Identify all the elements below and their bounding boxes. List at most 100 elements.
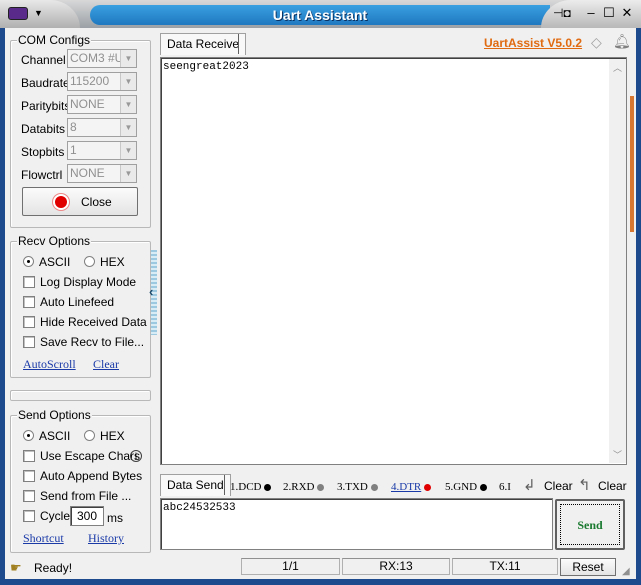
chevron-down-icon[interactable]: ▼ (120, 119, 136, 136)
log-display-mode-checkbox[interactable] (23, 276, 35, 288)
baudrate-label: Baudrate (21, 76, 70, 90)
paritybits-value: NONE (70, 97, 105, 111)
send-text: abc24532533 (163, 502, 236, 514)
pin-icon[interactable]: ⊣◘ (553, 6, 571, 20)
recv-hex-radio[interactable] (84, 256, 95, 267)
save-recv-to-file-checkbox[interactable] (23, 336, 35, 348)
pin-dcd: 1.DCD (230, 481, 272, 493)
clear-send-button[interactable]: Clear (598, 479, 627, 493)
receive-textarea[interactable]: seengreat2023 (160, 57, 627, 465)
send-hex-radio[interactable] (84, 430, 95, 441)
send-textarea[interactable]: abc24532533 (160, 498, 553, 550)
pin-dtr[interactable]: 4.DTR (391, 481, 432, 493)
databits-select[interactable]: 8 ▼ (67, 118, 137, 137)
app-window: ▼ Uart Assistant ⊣◘ ‒ ☐ ✕ COM Configs Ch… (0, 0, 641, 585)
pin-dcd-indicator (264, 483, 272, 491)
pin-dcd-label: 1.DCD (230, 481, 262, 493)
stopbits-value: 1 (70, 143, 77, 157)
channel-select[interactable]: COM3 #USB ▼ (67, 49, 137, 68)
use-escape-chars-checkbox[interactable] (23, 450, 35, 462)
hide-received-data-label: Hide Received Data (40, 315, 147, 329)
send-from-file-label: Send from File ... (40, 489, 132, 503)
auto-linefeed-label: Auto Linefeed (40, 295, 115, 309)
pin-rxd-label: 2.RXD (283, 481, 315, 493)
tab-data-receive[interactable]: Data Receive (160, 33, 247, 55)
shortcut-link[interactable]: Shortcut (23, 531, 64, 546)
com-configs-title: COM Configs (17, 33, 92, 47)
scroll-indicator (630, 96, 634, 232)
autoscroll-link[interactable]: AutoScroll (23, 357, 76, 372)
stopbits-select[interactable]: 1 ▼ (67, 141, 137, 160)
title-bar: ▼ Uart Assistant ⊣◘ ‒ ☐ ✕ (0, 0, 641, 28)
flowctrl-value: NONE (70, 166, 105, 180)
stopbits-label: Stopbits (21, 145, 65, 159)
status-message: Ready! (34, 561, 73, 575)
clear-send-arrow-icon[interactable]: ↰ (578, 476, 591, 494)
send-button[interactable]: Send (555, 499, 625, 550)
send-ascii-radio[interactable] (23, 430, 34, 441)
chevron-down-icon[interactable]: ▼ (120, 96, 136, 113)
history-link[interactable]: History (88, 531, 124, 546)
clear-recv-arrow-icon[interactable]: ↲ (523, 476, 536, 494)
info-icon[interactable]: i (130, 450, 142, 462)
databits-value: 8 (70, 120, 77, 134)
send-options-title: Send Options (17, 408, 92, 422)
pin-txd: 3.TXD (337, 481, 378, 493)
close-window-button[interactable]: ✕ (619, 5, 635, 21)
pointing-hand-icon: ☛ (10, 560, 22, 575)
baudrate-value: 115200 (70, 74, 110, 88)
hide-received-data-checkbox[interactable] (23, 316, 35, 328)
tab-data-send[interactable]: Data Send (160, 474, 231, 496)
send-label: Send (577, 518, 603, 532)
version-link[interactable]: UartAssist V5.0.2 (484, 36, 582, 50)
cycle-checkbox[interactable] (23, 510, 35, 522)
paritybits-select[interactable]: NONE ▼ (67, 95, 137, 114)
cycle-label: Cycle (40, 509, 71, 523)
pin-txd-indicator (370, 483, 378, 491)
scroll-up-icon[interactable]: ︿ (609, 61, 626, 74)
chevron-down-icon[interactable]: ▼ (120, 165, 136, 182)
collapsed-group[interactable] (10, 390, 151, 401)
minimize-button[interactable]: ‒ (583, 5, 599, 20)
pin-6: 6.I (499, 481, 511, 493)
send-hex-label: HEX (100, 429, 125, 443)
chevron-down-icon[interactable]: ▼ (120, 142, 136, 159)
send-from-file-checkbox[interactable] (23, 490, 35, 502)
flowctrl-select[interactable]: NONE ▼ (67, 164, 137, 183)
auto-linefeed-checkbox[interactable] (23, 296, 35, 308)
databits-label: Databits (21, 122, 66, 136)
maximize-button[interactable]: ☐ (601, 5, 617, 21)
send-ascii-label: ASCII (39, 429, 71, 443)
resize-grip[interactable]: ◢ (622, 566, 630, 577)
chevron-down-icon[interactable]: ▼ (120, 50, 136, 67)
recv-options-title: Recv Options (17, 234, 92, 248)
collapse-panel-icon[interactable]: ‹ (149, 284, 153, 299)
auto-append-bytes-checkbox[interactable] (23, 470, 35, 482)
recv-ascii-radio[interactable] (23, 256, 34, 267)
chevron-down-icon[interactable]: ▼ (120, 73, 136, 90)
window-title: Uart Assistant (90, 5, 550, 25)
clear-recv-link[interactable]: Clear (93, 357, 119, 372)
close-port-button[interactable]: Close (22, 187, 138, 216)
received-text: seengreat2023 (163, 61, 249, 73)
cycle-interval-input[interactable]: 300 (70, 506, 104, 526)
pin-gnd-indicator (480, 483, 488, 491)
baudrate-select[interactable]: 115200 ▼ (67, 72, 137, 91)
tab-divider (238, 34, 239, 54)
receive-scrollbar[interactable]: ︿ ﹀ (609, 59, 626, 463)
tx-counter: TX:11 (452, 558, 558, 575)
diamond-icon[interactable]: ◇ (591, 34, 602, 51)
app-menu-arrow-icon[interactable]: ▼ (34, 8, 43, 18)
reset-counters-button[interactable]: Reset (560, 558, 616, 576)
bell-icon[interactable]: 🔔︎ (613, 33, 631, 50)
pin-dtr-label[interactable]: 4.DTR (391, 481, 421, 493)
close-port-label: Close (81, 195, 112, 209)
scroll-down-icon[interactable]: ﹀ (609, 448, 626, 461)
pin-6-label: 6.I (499, 481, 511, 493)
clear-recv-button[interactable]: Clear (544, 479, 573, 493)
app-icon[interactable] (8, 7, 28, 20)
cycle-unit-label: ms (107, 511, 123, 525)
auto-append-bytes-label: Auto Append Bytes (40, 469, 143, 483)
page-indicator: 1/1 (241, 558, 340, 575)
recv-ascii-label: ASCII (39, 255, 71, 269)
